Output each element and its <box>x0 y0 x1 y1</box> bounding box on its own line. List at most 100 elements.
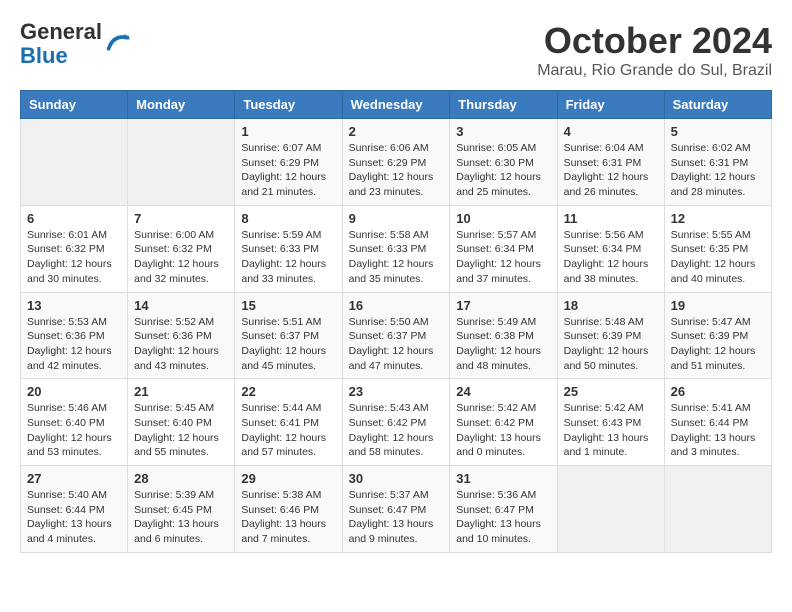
calendar-cell: 3Sunrise: 6:05 AM Sunset: 6:30 PM Daylig… <box>450 119 557 206</box>
day-info: Sunrise: 5:58 AM Sunset: 6:33 PM Dayligh… <box>349 228 444 287</box>
calendar-cell: 16 Sunrise: 5:50 AM Sunset: 6:37 PM Dayli… <box>342 292 450 379</box>
day-info: Sunrise: 6:06 AM Sunset: 6:29 PM Dayligh… <box>349 141 444 200</box>
calendar-cell: 10 Sunrise: 5:57 AM Sunset: 6:34 PM Dayli… <box>450 205 557 292</box>
day-number: 23 <box>349 384 444 399</box>
calendar-cell: 28 Sunrise: 5:39 AM Sunset: 6:45 PM Dayli… <box>128 466 235 553</box>
day-info: Sunrise: 5:52 AM Sunset: 6:36 PM Dayligh… <box>134 315 228 374</box>
calendar-cell: 8Sunrise: 5:59 AM Sunset: 6:33 PM Daylig… <box>235 205 342 292</box>
day-info: Sunrise: 5:42 AM Sunset: 6:42 PM Dayligh… <box>456 401 550 460</box>
day-number: 17 <box>456 298 550 313</box>
day-number: 30 <box>349 471 444 486</box>
calendar-cell: 25Sunrise: 5:42 AM Sunset: 6:43 PM Dayli… <box>557 379 664 466</box>
day-info: Sunrise: 5:48 AM Sunset: 6:39 PM Dayligh… <box>564 315 658 374</box>
day-number: 4 <box>564 124 658 139</box>
day-info: Sunrise: 5:46 AM Sunset: 6:40 PM Dayligh… <box>27 401 121 460</box>
day-info: Sunrise: 6:00 AM Sunset: 6:32 PM Dayligh… <box>134 228 228 287</box>
page-header: General Blue October 2024 Marau, Rio Gra… <box>20 20 772 80</box>
day-number: 10 <box>456 211 550 226</box>
day-info: Sunrise: 5:50 AM Sunset: 6:37 PM Dayligh… <box>349 315 444 374</box>
calendar-cell: 22Sunrise: 5:44 AM Sunset: 6:41 PM Dayli… <box>235 379 342 466</box>
day-number: 21 <box>134 384 228 399</box>
calendar-cell: 9 Sunrise: 5:58 AM Sunset: 6:33 PM Daylig… <box>342 205 450 292</box>
calendar-cell: 19 Sunrise: 5:47 AM Sunset: 6:39 PM Dayli… <box>664 292 771 379</box>
calendar-cell: 13Sunrise: 5:53 AM Sunset: 6:36 PM Dayli… <box>21 292 128 379</box>
day-number: 27 <box>27 471 121 486</box>
calendar-week-row: 20Sunrise: 5:46 AM Sunset: 6:40 PM Dayli… <box>21 379 772 466</box>
day-number: 24 <box>456 384 550 399</box>
day-info: Sunrise: 5:45 AM Sunset: 6:40 PM Dayligh… <box>134 401 228 460</box>
day-info: Sunrise: 5:57 AM Sunset: 6:34 PM Dayligh… <box>456 228 550 287</box>
col-header-wednesday: Wednesday <box>342 91 450 119</box>
day-number: 15 <box>241 298 335 313</box>
calendar-cell: 11Sunrise: 5:56 AM Sunset: 6:34 PM Dayli… <box>557 205 664 292</box>
day-number: 14 <box>134 298 228 313</box>
day-number: 6 <box>27 211 121 226</box>
calendar-cell: 2Sunrise: 6:06 AM Sunset: 6:29 PM Daylig… <box>342 119 450 206</box>
calendar-week-row: 1 Sunrise: 6:07 AM Sunset: 6:29 PM Daylig… <box>21 119 772 206</box>
calendar-cell: 23 Sunrise: 5:43 AM Sunset: 6:42 PM Dayli… <box>342 379 450 466</box>
calendar-cell: 15Sunrise: 5:51 AM Sunset: 6:37 PM Dayli… <box>235 292 342 379</box>
day-info: Sunrise: 5:39 AM Sunset: 6:45 PM Dayligh… <box>134 488 228 547</box>
logo-blue: Blue <box>20 43 68 68</box>
day-info: Sunrise: 6:01 AM Sunset: 6:32 PM Dayligh… <box>27 228 121 287</box>
col-header-sunday: Sunday <box>21 91 128 119</box>
day-info: Sunrise: 5:55 AM Sunset: 6:35 PM Dayligh… <box>671 228 765 287</box>
calendar-cell: 5 Sunrise: 6:02 AM Sunset: 6:31 PM Daylig… <box>664 119 771 206</box>
day-number: 18 <box>564 298 658 313</box>
day-number: 7 <box>134 211 228 226</box>
day-number: 16 <box>349 298 444 313</box>
day-info: Sunrise: 5:49 AM Sunset: 6:38 PM Dayligh… <box>456 315 550 374</box>
day-info: Sunrise: 5:36 AM Sunset: 6:47 PM Dayligh… <box>456 488 550 547</box>
calendar-cell: 30 Sunrise: 5:37 AM Sunset: 6:47 PM Dayli… <box>342 466 450 553</box>
calendar-table: SundayMondayTuesdayWednesdayThursdayFrid… <box>20 90 772 553</box>
logo: General Blue <box>20 20 132 68</box>
calendar-cell: 31 Sunrise: 5:36 AM Sunset: 6:47 PM Dayli… <box>450 466 557 553</box>
day-info: Sunrise: 5:44 AM Sunset: 6:41 PM Dayligh… <box>241 401 335 460</box>
calendar-cell <box>664 466 771 553</box>
day-number: 9 <box>349 211 444 226</box>
col-header-monday: Monday <box>128 91 235 119</box>
col-header-saturday: Saturday <box>664 91 771 119</box>
calendar-cell: 1 Sunrise: 6:07 AM Sunset: 6:29 PM Daylig… <box>235 119 342 206</box>
day-info: Sunrise: 5:37 AM Sunset: 6:47 PM Dayligh… <box>349 488 444 547</box>
calendar-cell: 20Sunrise: 5:46 AM Sunset: 6:40 PM Dayli… <box>21 379 128 466</box>
day-info: Sunrise: 6:02 AM Sunset: 6:31 PM Dayligh… <box>671 141 765 200</box>
calendar-week-row: 27 Sunrise: 5:40 AM Sunset: 6:44 PM Dayli… <box>21 466 772 553</box>
day-info: Sunrise: 6:04 AM Sunset: 6:31 PM Dayligh… <box>564 141 658 200</box>
day-info: Sunrise: 6:07 AM Sunset: 6:29 PM Dayligh… <box>241 141 335 200</box>
day-number: 11 <box>564 211 658 226</box>
day-number: 29 <box>241 471 335 486</box>
calendar-cell: 26Sunrise: 5:41 AM Sunset: 6:44 PM Dayli… <box>664 379 771 466</box>
day-info: Sunrise: 5:47 AM Sunset: 6:39 PM Dayligh… <box>671 315 765 374</box>
calendar-cell: 12 Sunrise: 5:55 AM Sunset: 6:35 PM Dayli… <box>664 205 771 292</box>
day-info: Sunrise: 5:38 AM Sunset: 6:46 PM Dayligh… <box>241 488 335 547</box>
day-info: Sunrise: 6:05 AM Sunset: 6:30 PM Dayligh… <box>456 141 550 200</box>
col-header-tuesday: Tuesday <box>235 91 342 119</box>
col-header-thursday: Thursday <box>450 91 557 119</box>
day-number: 12 <box>671 211 765 226</box>
logo-general: General <box>20 19 102 44</box>
calendar-cell: 24 Sunrise: 5:42 AM Sunset: 6:42 PM Dayli… <box>450 379 557 466</box>
calendar-cell <box>557 466 664 553</box>
calendar-cell: 7 Sunrise: 6:00 AM Sunset: 6:32 PM Daylig… <box>128 205 235 292</box>
day-number: 19 <box>671 298 765 313</box>
calendar-cell: 14 Sunrise: 5:52 AM Sunset: 6:36 PM Dayli… <box>128 292 235 379</box>
calendar-cell <box>21 119 128 206</box>
calendar-week-row: 6 Sunrise: 6:01 AM Sunset: 6:32 PM Daylig… <box>21 205 772 292</box>
day-info: Sunrise: 5:40 AM Sunset: 6:44 PM Dayligh… <box>27 488 121 547</box>
day-number: 5 <box>671 124 765 139</box>
col-header-friday: Friday <box>557 91 664 119</box>
day-info: Sunrise: 5:43 AM Sunset: 6:42 PM Dayligh… <box>349 401 444 460</box>
day-number: 8 <box>241 211 335 226</box>
day-number: 31 <box>456 471 550 486</box>
page-title: October 2024 <box>537 20 772 62</box>
calendar-cell: 18 Sunrise: 5:48 AM Sunset: 6:39 PM Dayli… <box>557 292 664 379</box>
calendar-cell <box>128 119 235 206</box>
day-number: 28 <box>134 471 228 486</box>
day-number: 26 <box>671 384 765 399</box>
day-number: 1 <box>241 124 335 139</box>
calendar-header-row: SundayMondayTuesdayWednesdayThursdayFrid… <box>21 91 772 119</box>
calendar-cell: 17 Sunrise: 5:49 AM Sunset: 6:38 PM Dayli… <box>450 292 557 379</box>
day-number: 25 <box>564 384 658 399</box>
title-block: October 2024 Marau, Rio Grande do Sul, B… <box>537 20 772 80</box>
